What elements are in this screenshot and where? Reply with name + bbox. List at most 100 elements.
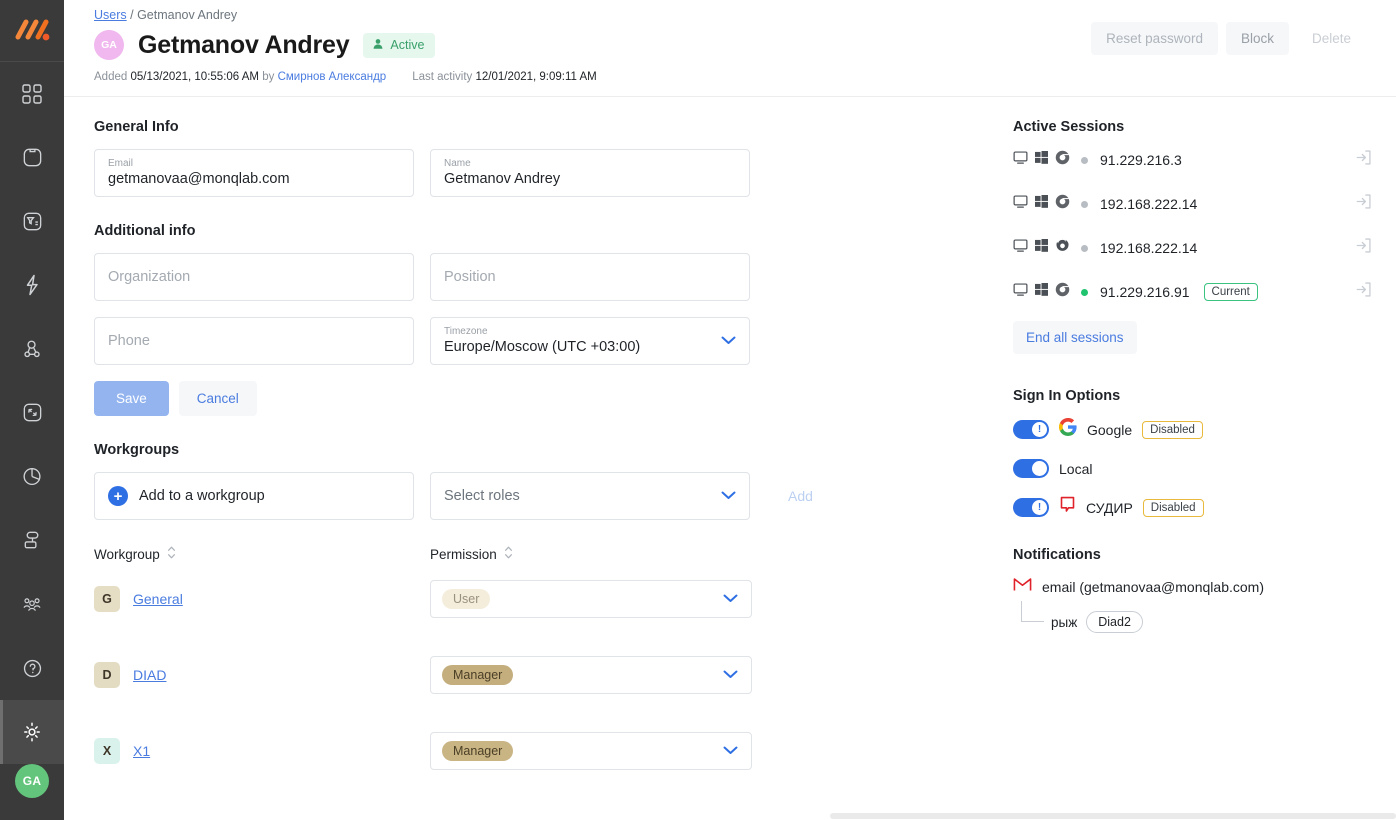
- avatar[interactable]: GA: [15, 764, 49, 798]
- chevron-down-icon: [721, 487, 736, 505]
- position-field-placeholder: Position: [444, 268, 736, 287]
- session-ip: 192.168.222.14: [1100, 196, 1197, 212]
- add-to-workgroup-select[interactable]: + Add to a workgroup: [94, 472, 414, 520]
- phone-field-placeholder: Phone: [108, 332, 400, 351]
- end-session-icon[interactable]: [1355, 149, 1372, 171]
- permission-chip: User: [442, 589, 490, 609]
- sidebar-item-analytics[interactable]: [0, 445, 64, 509]
- sign-in-option-label: Local: [1059, 461, 1092, 477]
- left-nav-rail: GA: [0, 0, 64, 820]
- sidebar-item-topology[interactable]: [0, 317, 64, 381]
- table-row: G General User: [94, 580, 959, 618]
- permission-dropdown[interactable]: User: [430, 580, 752, 618]
- chevron-down-icon: [723, 590, 738, 608]
- flow-icon: [21, 529, 44, 552]
- select-roles-placeholder: Select roles: [444, 488, 520, 504]
- breadcrumb-users-link[interactable]: Users: [94, 8, 127, 22]
- grid-apps-icon: [21, 83, 43, 105]
- save-button[interactable]: Save: [94, 381, 169, 416]
- column-header-workgroup-label: Workgroup: [94, 547, 160, 562]
- phone-field[interactable]: Phone: [94, 317, 414, 365]
- column-header-permission-label: Permission: [430, 547, 497, 562]
- windows-icon: [1035, 239, 1048, 257]
- session-row: 192.168.222.14: [1013, 193, 1372, 215]
- added-label: Added: [94, 71, 127, 83]
- permission-dropdown[interactable]: Manager: [430, 656, 752, 694]
- box-icon: [21, 146, 44, 169]
- sidebar-item-filters[interactable]: [0, 190, 64, 254]
- sign-in-option-label: Google: [1087, 422, 1132, 438]
- plus-icon: +: [108, 486, 128, 506]
- column-header-permission[interactable]: Permission: [430, 546, 513, 562]
- google-toggle[interactable]: !: [1013, 420, 1049, 439]
- active-sessions-title: Active Sessions: [1013, 119, 1372, 135]
- horizontal-scrollbar[interactable]: [830, 810, 1396, 820]
- workgroup-link[interactable]: DIAD: [133, 667, 166, 683]
- session-ip: 91.229.216.3: [1100, 152, 1182, 168]
- sort-icon: [504, 546, 513, 562]
- sidebar-item-inventory[interactable]: [0, 126, 64, 190]
- workgroup-initial-badge: X: [94, 738, 120, 764]
- lightning-icon: [21, 273, 43, 297]
- sign-in-options-title: Sign In Options: [1013, 388, 1372, 404]
- sidebar-item-settings[interactable]: [0, 700, 64, 764]
- header-actions: Reset password Block Delete: [1091, 22, 1366, 55]
- end-session-icon[interactable]: [1355, 281, 1372, 303]
- windows-icon: [1035, 151, 1048, 169]
- email-field[interactable]: Email getmanovaa@monqlab.com: [94, 149, 414, 197]
- end-session-icon[interactable]: [1355, 237, 1372, 259]
- chrome-icon: [1055, 150, 1070, 170]
- name-field-label: Name: [444, 157, 736, 170]
- workgroup-link[interactable]: General: [133, 591, 183, 607]
- chrome-icon: [1055, 194, 1070, 214]
- organization-field[interactable]: Organization: [94, 253, 414, 301]
- column-header-workgroup[interactable]: Workgroup: [94, 546, 430, 562]
- windows-icon: [1035, 283, 1048, 301]
- organization-field-placeholder: Organization: [108, 268, 400, 287]
- name-field[interactable]: Name Getmanov Andrey: [430, 149, 750, 197]
- session-row: 91.229.216.3: [1013, 149, 1372, 171]
- sidebar-item-apps[interactable]: [0, 62, 64, 126]
- sidebar-item-automation[interactable]: [0, 253, 64, 317]
- workgroup-link[interactable]: X1: [133, 743, 150, 759]
- delete-button[interactable]: Delete: [1297, 22, 1366, 55]
- notification-subscription-chip[interactable]: Diad2: [1086, 611, 1143, 633]
- select-roles-dropdown[interactable]: Select roles: [430, 472, 750, 520]
- timezone-select[interactable]: Timezone Europe/Moscow (UTC +03:00): [430, 317, 750, 365]
- notifications-title: Notifications: [1013, 547, 1372, 563]
- status-badge: Active: [363, 33, 435, 58]
- added-by-user-link[interactable]: Смирнов Александр: [278, 71, 387, 83]
- reset-password-button[interactable]: Reset password: [1091, 22, 1218, 55]
- end-all-sessions-button[interactable]: End all sessions: [1013, 321, 1137, 354]
- sidebar-item-help[interactable]: [0, 636, 64, 700]
- help-circle-icon: [21, 657, 44, 680]
- block-button[interactable]: Block: [1226, 22, 1289, 55]
- add-to-workgroup-label: Add to a workgroup: [139, 488, 265, 504]
- horizontal-scrollbar-thumb[interactable]: [830, 813, 1396, 819]
- notification-channel-row: email (getmanovaa@monqlab.com): [1013, 577, 1372, 597]
- end-session-icon[interactable]: [1355, 193, 1372, 215]
- local-toggle[interactable]: [1013, 459, 1049, 478]
- sidebar-item-teams[interactable]: [0, 573, 64, 637]
- monq-logo[interactable]: [0, 0, 64, 62]
- chrome-icon: [1055, 282, 1070, 302]
- cancel-button[interactable]: Cancel: [179, 381, 257, 416]
- page-header: Users / Getmanov Andrey GA Getmanov Andr…: [64, 0, 1396, 97]
- table-row: D DIAD Manager: [94, 656, 959, 694]
- workgroup-name-cell: X X1: [94, 738, 430, 764]
- last-activity-info: Last activity 12/01/2021, 9:09:11 AM: [412, 71, 597, 83]
- sidebar-item-workflows[interactable]: [0, 509, 64, 573]
- user-status-icon: [372, 38, 384, 53]
- sidebar-item-integrations[interactable]: [0, 381, 64, 445]
- sign-in-disabled-badge: Disabled: [1143, 499, 1204, 517]
- last-activity-label: Last activity: [412, 71, 472, 83]
- sign-in-option-row: Local: [1013, 459, 1372, 478]
- session-ip: 192.168.222.14: [1100, 240, 1197, 256]
- warning-icon: !: [1032, 500, 1047, 515]
- workgroup-initial-badge: D: [94, 662, 120, 688]
- sudir-toggle[interactable]: !: [1013, 498, 1049, 517]
- add-workgroup-button[interactable]: Add: [788, 488, 813, 504]
- gear-icon: [20, 720, 44, 744]
- permission-dropdown[interactable]: Manager: [430, 732, 752, 770]
- position-field[interactable]: Position: [430, 253, 750, 301]
